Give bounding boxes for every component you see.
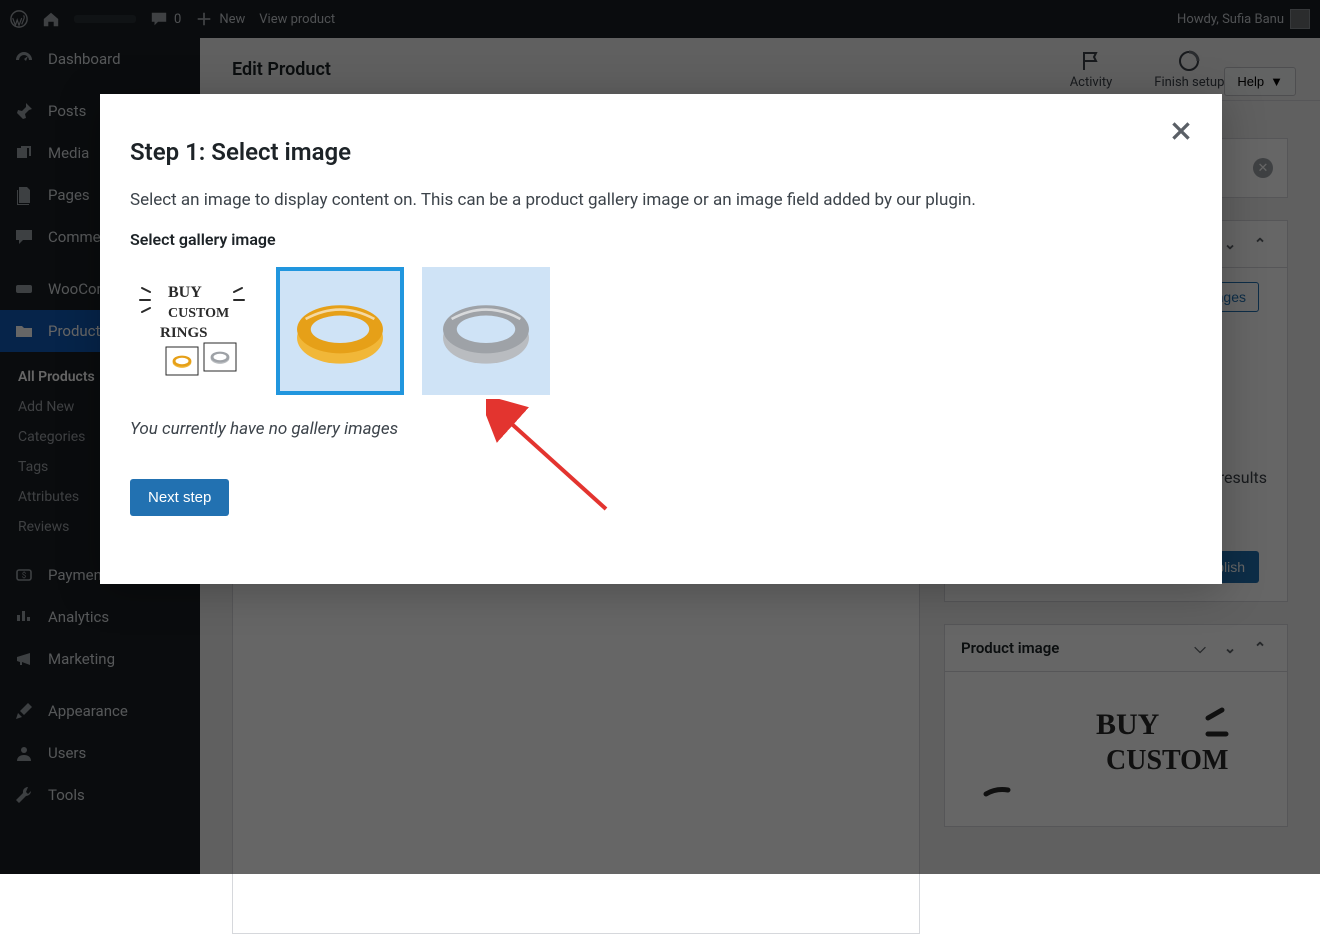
svg-text:RINGS: RINGS [160,325,208,341]
modal-subheading: Select gallery image [130,230,1192,249]
gallery-thumb-gold-ring[interactable] [276,267,404,395]
modal-description: Select an image to display content on. T… [130,190,1192,210]
select-image-modal: Step 1: Select image Select an image to … [100,94,1222,584]
modal-close-button[interactable] [1168,118,1194,144]
gallery-thumb-featured[interactable]: BUY CUSTOM RINGS [130,267,258,395]
svg-text:CUSTOM: CUSTOM [168,306,229,321]
gallery-thumb-silver-ring[interactable] [422,267,550,395]
thumb-text-buy: BUY [168,284,202,301]
empty-gallery-note: You currently have no gallery images [130,419,1192,439]
next-step-button[interactable]: Next step [130,479,229,516]
gallery-thumbnail-row: BUY CUSTOM RINGS [130,267,1192,395]
close-icon [1168,118,1194,144]
modal-title: Step 1: Select image [130,138,1192,166]
